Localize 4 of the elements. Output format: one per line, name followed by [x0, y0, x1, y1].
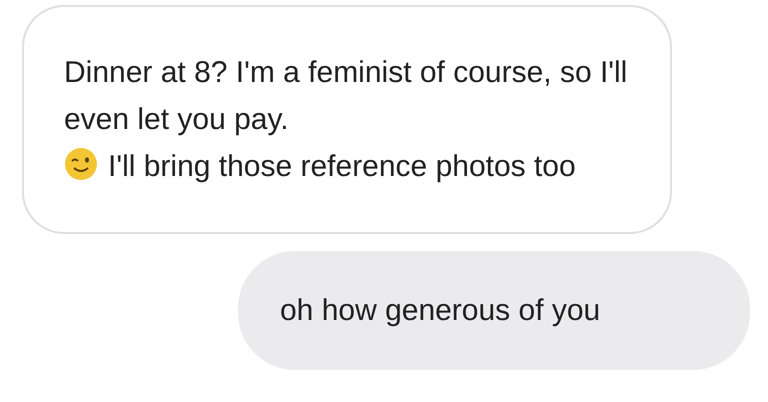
- winking-face-icon: [64, 147, 98, 181]
- message-text: I'll bring those reference photos too: [108, 150, 576, 183]
- message-text: Dinner at 8? I'm a feminist of course, so I'll even let you pay.: [64, 56, 628, 136]
- message-text: oh how generous of you: [280, 294, 600, 327]
